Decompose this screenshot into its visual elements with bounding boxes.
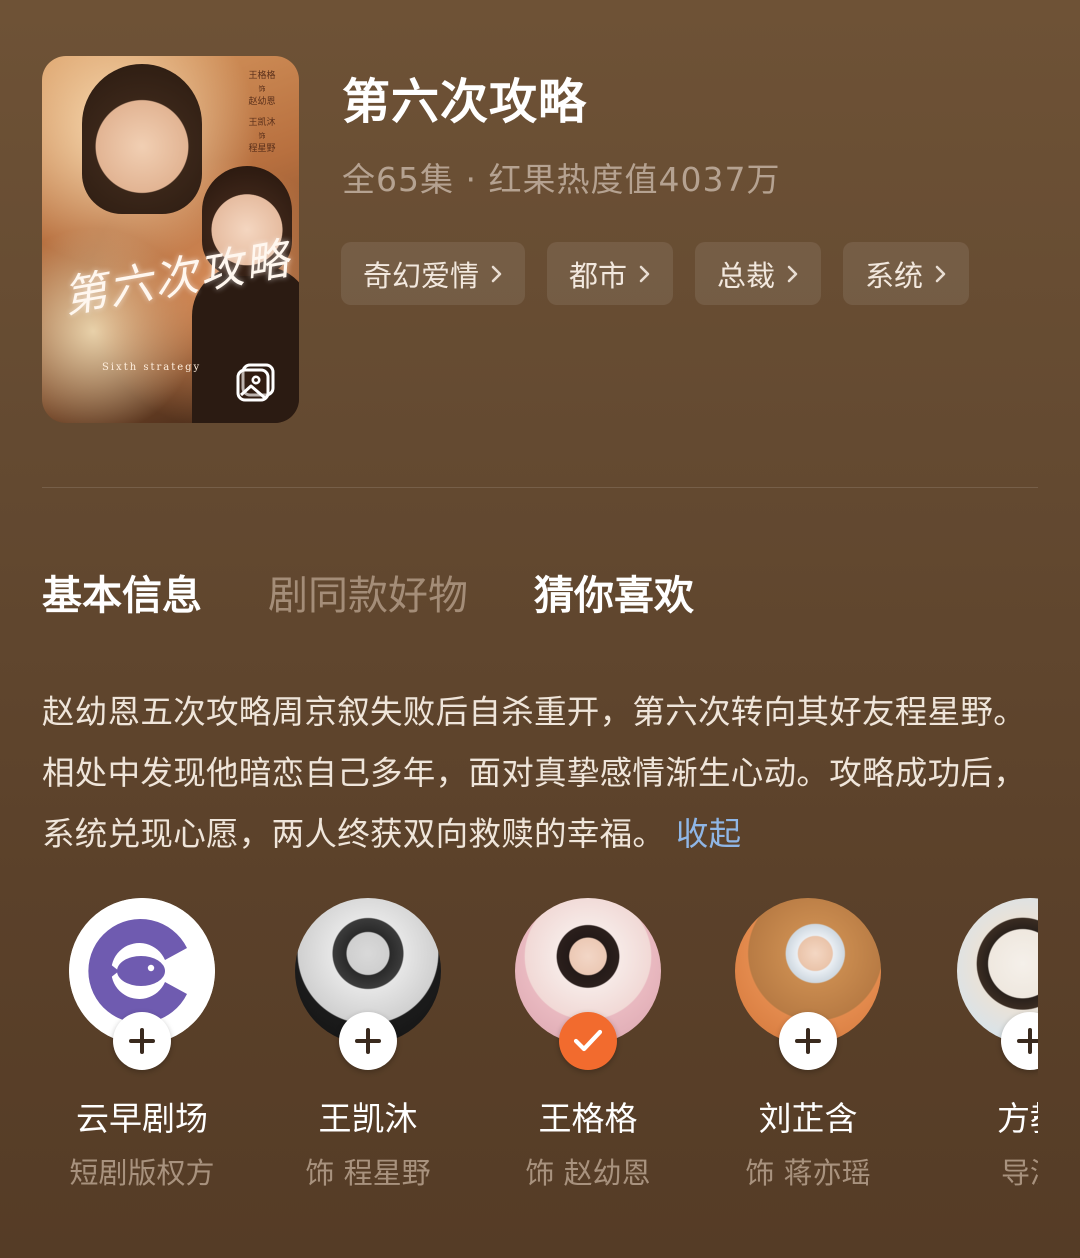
poster-credit-line: 饰 <box>258 132 266 140</box>
drama-meta: 全65集 · 红果热度值4037万 <box>342 160 781 199</box>
tag-label: 都市 <box>569 258 628 293</box>
section-divider <box>42 487 1038 488</box>
cast-name: 王凯沐 <box>318 1099 418 1138</box>
collapse-link[interactable]: 收起 <box>676 815 742 853</box>
tab-recommendations[interactable]: 猜你喜欢 <box>534 563 694 621</box>
cast-member[interactable]: 王格格 饰 赵幼恩 <box>488 898 688 1190</box>
poster-actor-image <box>82 64 202 214</box>
cast-role: 饰 程星野 <box>305 1156 431 1190</box>
cast-member[interactable]: 刘芷含 饰 蒋亦瑶 <box>708 898 908 1190</box>
followed-badge[interactable] <box>559 1012 617 1070</box>
detail-tabs: 基本信息 剧同款好物 猜你喜欢 <box>42 563 694 621</box>
chevron-right-icon <box>639 265 650 282</box>
chevron-right-icon <box>787 265 798 282</box>
cast-member[interactable]: 云早剧场 短剧版权方 <box>42 898 242 1190</box>
drama-title: 第六次攻略 <box>342 74 588 130</box>
tag-label: 奇幻爱情 <box>363 258 480 293</box>
tag-romance[interactable]: 奇幻爱情 <box>341 242 526 305</box>
plus-icon <box>129 1028 155 1054</box>
tag-label: 总裁 <box>717 258 776 293</box>
cast-member[interactable]: 方教 导演 <box>930 898 1038 1190</box>
synopsis: 赵幼恩五次攻略周京叙失败后自杀重开，第六次转向其好友程星野。相处中发现他暗恋自己… <box>42 682 1042 865</box>
cast-name: 王格格 <box>538 1099 638 1138</box>
tag-ceo[interactable]: 总裁 <box>695 242 822 305</box>
cast-member[interactable]: 王凯沐 饰 程星野 <box>268 898 468 1190</box>
poster-subtitle-art: Sixth strategy <box>102 362 202 373</box>
cast-role: 短剧版权方 <box>69 1156 215 1190</box>
follow-button[interactable] <box>779 1012 837 1070</box>
cast-role: 导演 <box>1000 1156 1038 1190</box>
chevron-right-icon <box>491 265 502 282</box>
follow-button[interactable] <box>339 1012 397 1070</box>
cast-name: 方教 <box>997 1099 1038 1138</box>
poster-credit-line: 程星野 <box>248 144 276 154</box>
plus-icon <box>795 1028 821 1054</box>
follow-button[interactable] <box>113 1012 171 1070</box>
plus-icon <box>355 1028 381 1054</box>
plus-icon <box>1017 1028 1038 1054</box>
tag-label: 系统 <box>865 258 924 293</box>
tab-basic-info[interactable]: 基本信息 <box>42 563 202 621</box>
check-icon <box>573 1029 603 1052</box>
tab-same-products[interactable]: 剧同款好物 <box>268 563 468 621</box>
cast-name: 云早剧场 <box>76 1099 208 1138</box>
synopsis-text: 赵幼恩五次攻略周京叙失败后自杀重开，第六次转向其好友程星野。相处中发现他暗恋自己… <box>42 693 1027 853</box>
drama-poster[interactable]: 王格格 饰 赵幼恩 王凯沐 饰 程星野 第六次攻略 Sixth strategy <box>42 56 299 423</box>
poster-credits: 王格格 饰 赵幼恩 王凯沐 饰 程星野 <box>239 70 285 156</box>
poster-credit-line: 赵幼恩 <box>248 97 276 107</box>
tag-urban[interactable]: 都市 <box>547 242 674 305</box>
poster-credit-line: 王格格 <box>248 71 276 81</box>
poster-credit-line: 王凯沐 <box>248 118 276 128</box>
genre-tags: 奇幻爱情 都市 总裁 系统 <box>341 242 970 305</box>
chevron-right-icon <box>935 265 946 282</box>
cast-role: 饰 赵幼恩 <box>525 1156 651 1190</box>
cast-name: 刘芷含 <box>758 1099 858 1138</box>
tag-system[interactable]: 系统 <box>843 242 970 305</box>
gallery-icon[interactable] <box>235 361 277 403</box>
cast-role: 饰 蒋亦瑶 <box>745 1156 871 1190</box>
poster-credit-line: 饰 <box>258 85 266 93</box>
cast-list: 云早剧场 短剧版权方 王凯沐 饰 程星野 王格格 饰 赵幼恩 刘芷含 饰 蒋亦瑶… <box>0 898 1038 1198</box>
drama-detail-page: 王格格 饰 赵幼恩 王凯沐 饰 程星野 第六次攻略 Sixth strategy… <box>0 0 1080 1258</box>
